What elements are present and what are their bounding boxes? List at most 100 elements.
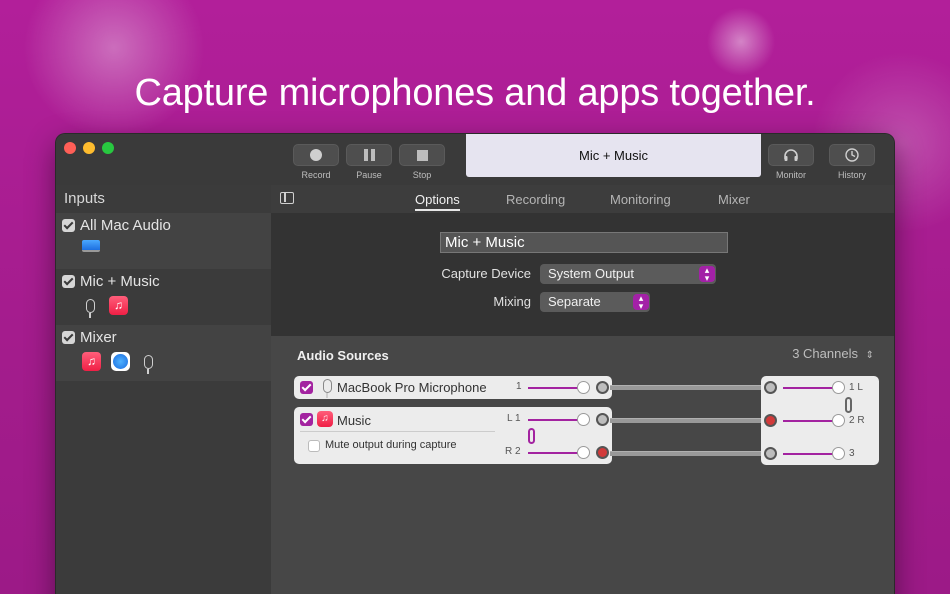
tab-options[interactable]: Options [415,192,460,211]
stop-label: Stop [412,170,432,180]
record-button[interactable]: Record [293,144,339,188]
link-channels-icon[interactable] [528,428,535,444]
slider-knob[interactable] [832,381,845,394]
all-mac-audio-checkbox[interactable] [62,219,75,232]
zoom-window-button[interactable] [102,142,114,154]
pause-button[interactable]: Pause [346,144,392,188]
sidebar-item-mixer[interactable]: Mixer ♫ [56,325,271,381]
microphone-source-checkbox[interactable] [300,381,313,394]
microphone-icon [323,379,332,398]
tab-recording[interactable]: Recording [506,192,565,207]
monitor-label: Monitor [775,170,806,180]
sidebar-item-label: Mixer [80,329,117,346]
music-app-icon: ♫ [82,352,101,371]
sidebar-title: Inputs [64,190,105,207]
slider-knob[interactable] [577,413,590,426]
stop-button[interactable]: Stop [399,144,445,188]
chevron-updown-icon: ▴ ▾ [633,294,649,311]
channel-label: R 2 [505,446,521,457]
pause-label: Pause [356,170,382,180]
channel-label: L 1 [507,413,521,424]
sidebar-item-all-mac-audio[interactable]: All Mac Audio [56,213,271,269]
output-channel-label: 1 L [849,382,863,393]
sidebar-item-label: All Mac Audio [80,217,171,234]
history-label: History [837,170,866,180]
routing-wire [610,418,763,423]
input-port[interactable] [764,381,777,394]
sidebar-item-label: Mic + Music [80,273,160,290]
output-channel-label: 2 R [849,415,865,426]
pause-icon [363,149,375,161]
audio-sources-title: Audio Sources [297,348,389,363]
safari-app-icon [111,352,130,371]
slider-knob[interactable] [832,414,845,427]
sidebar-item-mic-music[interactable]: Mic + Music ♫ [56,269,271,325]
app-window: Record Pause Stop Mic + Music Monitor Hi… [56,134,894,594]
record-label: Record [301,170,331,180]
channels-select[interactable]: 3 Channels ⇕ [792,346,874,361]
tab-bar: Options Recording Monitoring Mixer [271,185,894,213]
mixer-checkbox[interactable] [62,331,75,344]
output-channels-card: 1 L 2 R 3 [761,376,879,465]
music-app-icon: ♫ [317,411,333,427]
channel-volume-slider[interactable] [528,387,582,389]
channels-value: 3 Channels [792,346,858,361]
tab-monitoring[interactable]: Monitoring [610,192,671,207]
input-port[interactable] [764,447,777,460]
mixing-select[interactable]: Separate ▴ ▾ [540,292,650,312]
link-channels-icon[interactable] [845,397,852,413]
options-panel: Mic + Music Capture Device System Output… [271,213,894,336]
channel-volume-slider[interactable] [528,419,582,421]
source-name: Music [337,413,371,428]
record-icon [310,149,322,161]
output-volume-slider[interactable] [783,420,837,422]
clock-icon [845,148,859,162]
output-port[interactable] [596,381,609,394]
source-name-field[interactable]: Mic + Music [440,232,728,253]
output-volume-slider[interactable] [783,453,837,455]
source-card-microphone: MacBook Pro Microphone 1 [294,376,612,399]
history-button[interactable]: History [829,144,875,188]
chevron-updown-icon: ▴ ▾ [699,266,715,283]
close-window-button[interactable] [64,142,76,154]
slider-knob[interactable] [577,381,590,394]
source-card-music: ♫ Music Mute output during capture L 1 R… [294,407,612,464]
channel-label: 1 [516,381,522,392]
mute-output-label: Mute output during capture [325,439,457,451]
output-volume-slider[interactable] [783,387,837,389]
mic-music-checkbox[interactable] [62,275,75,288]
source-name: MacBook Pro Microphone [337,380,487,395]
output-port[interactable] [596,446,609,459]
music-source-checkbox[interactable] [300,413,313,426]
input-port[interactable] [764,414,777,427]
slider-knob[interactable] [832,447,845,460]
music-app-icon: ♫ [109,296,128,315]
output-channel-label: 3 [849,448,855,459]
toolbar: Record Pause Stop Mic + Music Monitor Hi… [56,134,894,185]
minimize-window-button[interactable] [83,142,95,154]
current-source-title: Mic + Music [466,134,761,177]
divider [300,431,495,432]
tab-mixer[interactable]: Mixer [718,192,750,207]
audio-sources-section: Audio Sources 3 Channels ⇕ MacBook Pro M… [271,336,894,594]
capture-device-select[interactable]: System Output ▴ ▾ [540,264,716,284]
mute-output-checkbox[interactable] [308,440,320,452]
capture-device-label: Capture Device [441,266,531,281]
output-port[interactable] [596,413,609,426]
routing-wire [610,385,763,390]
inputs-sidebar: Inputs All Mac Audio Mic + Music ♫ Mixer [56,185,271,594]
headphones-icon [784,149,798,161]
channel-volume-slider[interactable] [528,452,582,454]
stop-icon [416,149,428,161]
sidebar-toggle-icon[interactable] [280,192,294,204]
mixing-label: Mixing [493,294,531,309]
main-content: Options Recording Monitoring Mixer Mic +… [271,185,894,594]
routing-wire [610,451,763,456]
macbook-icon [82,240,100,252]
microphone-icon [144,354,153,374]
capture-device-value: System Output [548,266,634,281]
microphone-icon [86,298,95,318]
monitor-button[interactable]: Monitor [768,144,814,188]
slider-knob[interactable] [577,446,590,459]
mixing-value: Separate [548,294,601,309]
